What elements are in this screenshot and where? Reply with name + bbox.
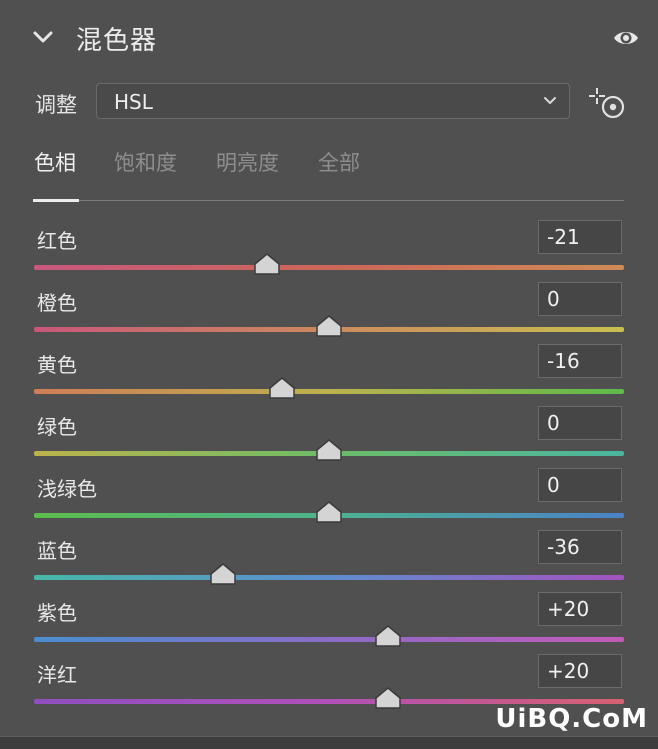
- slider-thumb[interactable]: [316, 439, 342, 461]
- adjust-label: 调整: [35, 93, 77, 117]
- slider-value-field[interactable]: +20: [538, 592, 622, 626]
- slider-thumb[interactable]: [375, 687, 401, 709]
- slider-value-field[interactable]: 0: [538, 468, 622, 502]
- mode-tabs: 色相 饱和度 明亮度 全部: [0, 140, 658, 202]
- slider-row-green: 绿色 0: [0, 406, 658, 468]
- slider-track[interactable]: [34, 575, 624, 580]
- slider-label: 橙色: [37, 291, 77, 315]
- slider-label: 浅绿色: [37, 477, 97, 501]
- tabs-divider: [33, 200, 624, 201]
- slider-label: 紫色: [37, 601, 77, 625]
- tab-luminance[interactable]: 明亮度: [216, 147, 279, 177]
- slider-track[interactable]: [34, 389, 624, 394]
- panel-bottom-edge: [0, 736, 658, 749]
- slider-thumb[interactable]: [254, 253, 280, 275]
- slider-label: 红色: [37, 229, 77, 253]
- chevron-down-icon[interactable]: [33, 30, 53, 44]
- slider-value-field[interactable]: 0: [538, 406, 622, 440]
- slider-row-yellow: 黄色 -16: [0, 344, 658, 406]
- active-tab-indicator: [33, 199, 79, 202]
- slider-row-aqua: 浅绿色 0: [0, 468, 658, 530]
- eye-icon[interactable]: [612, 27, 640, 49]
- slider-value-field[interactable]: -36: [538, 530, 622, 564]
- tab-hue[interactable]: 色相: [34, 147, 76, 177]
- slider-track[interactable]: [34, 637, 624, 642]
- slider-row-red: 红色 -21: [0, 220, 658, 282]
- slider-row-blue: 蓝色 -36: [0, 530, 658, 592]
- adjust-select[interactable]: HSL: [96, 83, 570, 119]
- slider-thumb[interactable]: [375, 625, 401, 647]
- mixer-panel-header: 混色器: [0, 0, 658, 78]
- slider-thumb[interactable]: [316, 501, 342, 523]
- panel-title: 混色器: [76, 26, 158, 56]
- slider-label: 黄色: [37, 353, 77, 377]
- slider-track[interactable]: [34, 265, 624, 270]
- slider-value-field[interactable]: +20: [538, 654, 622, 688]
- slider-thumb[interactable]: [210, 563, 236, 585]
- chevron-down-icon: [544, 97, 556, 104]
- slider-row-orange: 橙色 0: [0, 282, 658, 344]
- watermark: UiBQ.CoM: [495, 704, 648, 734]
- slider-value-field[interactable]: -16: [538, 344, 622, 378]
- slider-value-field[interactable]: 0: [538, 282, 622, 316]
- targeted-adjustment-icon[interactable]: [587, 86, 627, 122]
- slider-value-field[interactable]: -21: [538, 220, 622, 254]
- slider-row-purple: 紫色 +20: [0, 592, 658, 654]
- slider-thumb[interactable]: [269, 377, 295, 399]
- slider-label: 蓝色: [37, 539, 77, 563]
- adjust-select-value: HSL: [114, 90, 153, 114]
- slider-label: 洋红: [37, 663, 77, 687]
- slider-label: 绿色: [37, 415, 77, 439]
- tab-saturation[interactable]: 饱和度: [114, 147, 177, 177]
- tab-all[interactable]: 全部: [318, 147, 360, 177]
- slider-thumb[interactable]: [316, 315, 342, 337]
